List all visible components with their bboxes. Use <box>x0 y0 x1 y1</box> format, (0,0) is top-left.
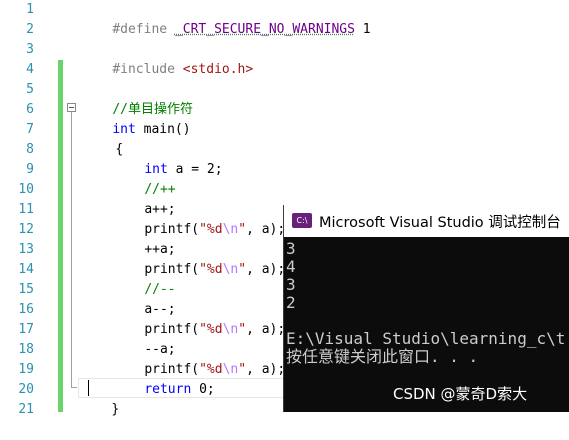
change-tracking-bar <box>58 60 63 412</box>
console-app-icon: C:\ <box>292 213 312 228</box>
line-number: 13 <box>18 242 34 257</box>
line-number: 10 <box>18 182 34 197</box>
code-line[interactable]: printf("%d\n", a); <box>113 240 285 277</box>
line-number: 17 <box>18 322 34 337</box>
line-number: 1 <box>26 2 34 17</box>
console-output-line: 3 <box>286 275 296 294</box>
code-line[interactable]: //-- <box>113 260 175 297</box>
code-line[interactable]: #include <stdio.h> <box>81 40 253 77</box>
collapse-icon[interactable] <box>67 103 76 112</box>
text-cursor <box>88 380 89 396</box>
line-number: 15 <box>18 282 34 297</box>
debug-console-window[interactable]: C:\ Microsoft Visual Studio 调试控制台 3 4 3 … <box>283 205 569 412</box>
line-number: 16 <box>18 302 34 317</box>
code-line[interactable]: } <box>80 380 119 417</box>
line-number: 8 <box>26 142 34 157</box>
console-title: Microsoft Visual Studio 调试控制台 <box>319 215 561 231</box>
line-number: 6 <box>26 102 34 117</box>
code-line[interactable]: a--; <box>113 280 175 317</box>
console-output-line: 2 <box>286 293 296 312</box>
line-number: 14 <box>18 262 34 277</box>
line-number: 19 <box>18 362 34 377</box>
line-number: 5 <box>26 82 34 97</box>
code-line[interactable]: ++a; <box>113 220 175 257</box>
line-number: 7 <box>26 122 34 137</box>
code-line[interactable]: printf("%d\n", a); <box>113 300 285 337</box>
line-number: 18 <box>18 342 34 357</box>
fold-guide <box>71 112 72 388</box>
code-line[interactable]: //单目操作符 <box>81 80 193 117</box>
fold-guide-end <box>71 387 77 388</box>
code-line[interactable]: int main() <box>81 100 190 137</box>
line-number: 20 <box>18 382 34 397</box>
line-number: 2 <box>26 22 34 37</box>
code-line[interactable]: printf("%d\n", a); <box>113 200 285 237</box>
line-number: 4 <box>26 62 34 77</box>
line-number: 3 <box>26 42 34 57</box>
line-number: 9 <box>26 162 34 177</box>
line-number: 12 <box>18 222 34 237</box>
console-output-line: 按任意键关闭此窗口. . . <box>286 347 479 366</box>
code-line[interactable]: { <box>84 120 123 157</box>
code-line[interactable]: printf("%d\n", a); <box>113 340 285 377</box>
line-number: 11 <box>18 202 34 217</box>
console-output-line: E:\Visual Studio\learning_c\t <box>286 329 566 348</box>
code-line[interactable]: //++ <box>113 160 175 197</box>
code-line[interactable]: a++; <box>113 180 175 217</box>
line-number: 21 <box>18 402 34 417</box>
console-titlebar[interactable]: C:\ Microsoft Visual Studio 调试控制台 <box>284 205 569 237</box>
csdn-watermark: CSDN @蒙奇D索大 <box>393 385 528 403</box>
code-line[interactable]: return 0; <box>113 360 214 397</box>
code-line[interactable]: #define _CRT_SECURE_NO_WARNINGS 1 <box>81 0 370 37</box>
line-number-gutter: 1 2 3 4 5 6 7 8 9 10 11 12 13 14 15 16 1… <box>0 0 42 417</box>
code-line[interactable]: --a; <box>113 320 175 357</box>
console-output-line: 4 <box>286 257 296 276</box>
console-output-line: 3 <box>286 239 296 258</box>
code-line[interactable]: int a = 2; <box>113 140 222 177</box>
